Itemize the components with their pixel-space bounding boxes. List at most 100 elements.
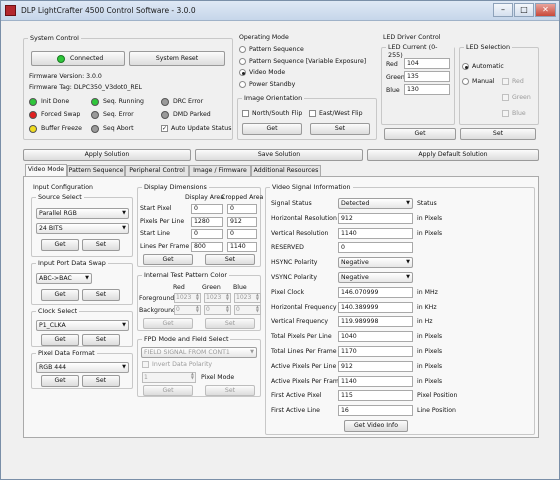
tab-pattern-sequence[interactable]: Pattern Sequence bbox=[67, 165, 125, 176]
maximize-icon[interactable]: □ bbox=[514, 3, 534, 17]
video-info-label: Vertical Resolution bbox=[271, 229, 329, 237]
led-green-current-input[interactable]: 135 bbox=[404, 71, 450, 82]
spin-arrows-icon: ▲ ▼ bbox=[255, 292, 259, 301]
led-selection-group: LED Selection bbox=[459, 43, 539, 125]
port-swap-set-button[interactable]: Set bbox=[82, 289, 120, 301]
operating-mode-radio[interactable] bbox=[239, 80, 246, 88]
video-info-field[interactable]: 1140 bbox=[338, 227, 413, 239]
led-automatic-radio[interactable] bbox=[462, 63, 469, 70]
led-green-checkbox[interactable] bbox=[502, 94, 509, 101]
video-info-label: Vertical Frequency bbox=[271, 318, 329, 326]
cropped-area-input[interactable]: 0 bbox=[227, 204, 257, 214]
led-get-button[interactable]: Get bbox=[384, 128, 456, 140]
apply-default-solution-button[interactable]: Apply Default Solution bbox=[367, 149, 539, 161]
video-info-field[interactable]: 912 bbox=[338, 360, 413, 372]
operating-mode-radio[interactable] bbox=[239, 46, 246, 53]
fpd-set-button[interactable]: Set bbox=[205, 385, 255, 396]
tab-additional-resources[interactable]: Additional Resources bbox=[251, 165, 321, 176]
video-info-field[interactable]: 912 bbox=[338, 212, 413, 224]
cropped-area-input[interactable]: 0 bbox=[227, 229, 257, 239]
led-red-current-input[interactable]: 104 bbox=[404, 58, 450, 69]
led-manual-radio[interactable] bbox=[462, 78, 469, 85]
chevron-down-icon: ▼ bbox=[406, 200, 410, 206]
clock-get-button[interactable]: Get bbox=[41, 334, 79, 346]
test-pattern-get-button[interactable]: Get bbox=[143, 318, 193, 329]
pixel-format-dropdown[interactable]: RGB 444 ▼ bbox=[36, 362, 129, 373]
auto-update-label: Auto Update Status bbox=[171, 125, 232, 132]
auto-update-checkbox[interactable]: ✓ bbox=[161, 125, 168, 132]
clock-set-button[interactable]: Set bbox=[82, 334, 120, 346]
display-area-input[interactable]: 0 bbox=[191, 204, 223, 214]
video-info-unit: in MHz bbox=[417, 288, 438, 296]
minimize-icon[interactable]: – bbox=[493, 3, 513, 17]
video-info-field[interactable]: 115 bbox=[338, 390, 413, 402]
spinbox-value: 1023 bbox=[206, 294, 222, 301]
close-icon[interactable]: ✕ bbox=[535, 3, 556, 17]
display-area-input[interactable]: 1280 bbox=[191, 216, 223, 227]
tab-image-firmware[interactable]: Image / Firmware bbox=[189, 165, 251, 176]
video-info-dropdown[interactable]: Negative ▼ bbox=[338, 257, 413, 269]
cropped-area-input[interactable]: 912 bbox=[227, 216, 257, 227]
ns-flip-checkbox[interactable] bbox=[242, 110, 249, 117]
video-info-field[interactable]: 146.070999 bbox=[338, 286, 413, 298]
led-red-checkbox[interactable] bbox=[502, 78, 509, 85]
video-signal-title: Video Signal Information bbox=[270, 183, 353, 191]
port-swap-dropdown[interactable]: ABC->BAC ▼ bbox=[36, 273, 92, 284]
display-get-button[interactable]: Get bbox=[143, 254, 193, 265]
led-current-title: LED Current (0-255) bbox=[386, 43, 454, 59]
video-info-dropdown[interactable]: Detected ▼ bbox=[338, 198, 413, 209]
apply-solution-button[interactable]: Apply Solution bbox=[23, 149, 191, 161]
fpd-get-button[interactable]: Get bbox=[143, 385, 193, 396]
led-set-button[interactable]: Set bbox=[460, 128, 536, 140]
test-pattern-title: Internal Test Pattern Color bbox=[142, 271, 229, 279]
pixel-format-get-button[interactable]: Get bbox=[41, 375, 79, 387]
video-info-field[interactable]: 119.989998 bbox=[338, 316, 413, 328]
port-swap-get-button[interactable]: Get bbox=[41, 289, 79, 301]
status-led-icon bbox=[91, 98, 99, 106]
bit-depth-dropdown[interactable]: 24 BITS ▼ bbox=[36, 223, 129, 234]
clock-select-dropdown[interactable]: P1_CLKA ▼ bbox=[36, 320, 129, 331]
display-area-input[interactable]: 800 bbox=[191, 241, 223, 252]
connected-button[interactable]: Connected bbox=[31, 51, 125, 66]
video-info-field[interactable]: 16 bbox=[338, 405, 413, 417]
tab-peripheral-control[interactable]: Peripheral Control bbox=[125, 165, 189, 176]
cropped-area-input[interactable]: 1140 bbox=[227, 241, 257, 252]
video-info-unit: in Pixels bbox=[417, 348, 443, 355]
led-automatic-label: Automatic bbox=[472, 63, 504, 70]
invert-polarity-checkbox[interactable] bbox=[142, 361, 149, 368]
field-select-dropdown[interactable]: FIELD SIGNAL FROM CONT1 ▼ bbox=[141, 347, 257, 358]
orientation-get-button[interactable]: Get bbox=[242, 123, 302, 135]
test-pattern-set-button[interactable]: Set bbox=[205, 318, 255, 329]
operating-mode-radio[interactable] bbox=[239, 57, 246, 65]
video-info-dropdown[interactable]: Negative ▼ bbox=[338, 272, 413, 283]
source-set-button[interactable]: Set bbox=[82, 239, 120, 251]
color-spinbox[interactable]: 1023 ▲ ▼ bbox=[234, 293, 261, 303]
ew-flip-checkbox[interactable] bbox=[309, 110, 316, 117]
video-info-field[interactable]: 140.389999 bbox=[338, 301, 413, 313]
color-spinbox[interactable]: 0 ▲ ▼ bbox=[234, 305, 261, 315]
save-solution-button[interactable]: Save Solution bbox=[195, 149, 363, 161]
orientation-set-button[interactable]: Set bbox=[310, 123, 370, 135]
source-get-button[interactable]: Get bbox=[41, 239, 79, 251]
video-info-field[interactable]: 1170 bbox=[338, 346, 413, 357]
pixel-mode-spinbox[interactable]: 1 ▲ ▼ bbox=[142, 372, 196, 383]
color-spinbox[interactable]: 1023 ▲ ▼ bbox=[174, 293, 201, 303]
video-info-field[interactable]: 1140 bbox=[338, 375, 413, 387]
status-led-icon bbox=[29, 111, 37, 119]
operating-mode-radio[interactable] bbox=[239, 69, 246, 76]
led-blue-current-input[interactable]: 130 bbox=[404, 84, 450, 95]
video-info-label: Active Pixels Per Line bbox=[271, 362, 337, 370]
display-area-input[interactable]: 0 bbox=[191, 229, 223, 239]
display-set-button[interactable]: Set bbox=[205, 254, 255, 265]
source-select-dropdown[interactable]: Parallel RGB ▼ bbox=[36, 208, 129, 219]
get-video-info-button[interactable]: Get Video Info bbox=[344, 420, 408, 432]
video-info-field[interactable]: 0 bbox=[338, 242, 413, 254]
led-blue-checkbox[interactable] bbox=[502, 110, 509, 117]
color-spinbox[interactable]: 0 ▲ ▼ bbox=[204, 305, 231, 315]
system-control-title: System Control bbox=[28, 34, 81, 42]
pixel-format-set-button[interactable]: Set bbox=[82, 375, 120, 387]
color-spinbox[interactable]: 1023 ▲ ▼ bbox=[204, 293, 231, 303]
color-spinbox[interactable]: 0 ▲ ▼ bbox=[174, 305, 201, 315]
video-info-field[interactable]: 1040 bbox=[338, 331, 413, 343]
system-reset-button[interactable]: System Reset bbox=[129, 51, 225, 66]
